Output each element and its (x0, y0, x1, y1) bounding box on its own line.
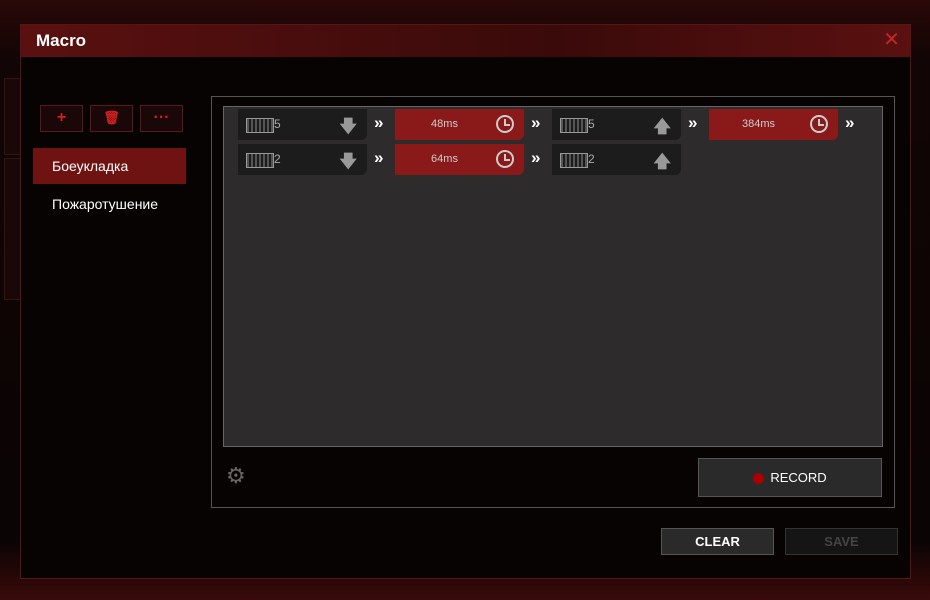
chevron-right-icon: » (374, 148, 384, 167)
record-button[interactable]: RECORD (698, 458, 882, 497)
chevron-right-icon: » (531, 148, 541, 167)
arrow-down-icon: 🡇 (339, 152, 357, 171)
delay-event[interactable]: 384ms (709, 109, 838, 140)
keyboard-icon (560, 118, 588, 133)
delay-value: 384ms (741, 118, 776, 130)
macro-sequence[interactable]: 5 🡇» 48ms» 5 🡅» 384ms» 2 🡇» 64ms» 2 🡅 (223, 106, 883, 447)
keyboard-icon (246, 118, 274, 133)
arrow-up-icon: 🡅 (653, 117, 671, 136)
clock-icon (810, 115, 828, 133)
delay-value: 48ms (431, 118, 458, 130)
clear-button[interactable]: CLEAR (661, 528, 774, 555)
key-event-down[interactable]: 5 🡇 (238, 109, 367, 140)
delay-event[interactable]: 64ms (395, 144, 524, 175)
key-value: 5 (588, 117, 595, 131)
delay-event[interactable]: 48ms (395, 109, 524, 140)
dialog-title: Macro (36, 31, 87, 50)
chevron-right-icon: » (688, 113, 698, 132)
keyboard-icon (560, 153, 588, 168)
record-label: RECORD (770, 470, 827, 485)
close-icon[interactable]: ✕ (883, 27, 900, 52)
macro-item[interactable]: Пожаротушение (33, 186, 186, 222)
delay-value: 64ms (431, 153, 458, 165)
key-value: 2 (588, 152, 595, 166)
key-event-up[interactable]: 2 🡅 (552, 144, 681, 175)
delete-macro-button[interactable]: 🗑 (90, 105, 133, 132)
chevron-right-icon: » (531, 113, 541, 132)
chevron-right-icon: » (845, 113, 855, 132)
add-macro-button[interactable]: + (40, 105, 83, 132)
clock-icon (496, 115, 514, 133)
clock-icon (496, 150, 514, 168)
record-dot-icon (753, 473, 765, 485)
key-value: 2 (274, 152, 281, 166)
arrow-down-icon: 🡇 (339, 117, 357, 136)
save-button[interactable]: SAVE (785, 528, 898, 555)
chevron-right-icon: » (374, 113, 384, 132)
key-event-down[interactable]: 2 🡇 (238, 144, 367, 175)
key-value: 5 (274, 117, 281, 131)
arrow-up-icon: 🡅 (653, 152, 671, 171)
settings-gear-icon[interactable]: ⚙ (226, 463, 246, 489)
keyboard-icon (246, 153, 274, 168)
macro-item[interactable]: Боеукладка (33, 148, 186, 184)
more-button[interactable]: ··· (140, 105, 183, 132)
macro-editor-panel: 5 🡇» 48ms» 5 🡅» 384ms» 2 🡇» 64ms» 2 🡅 ⚙ RECORD (211, 96, 895, 508)
key-event-up[interactable]: 5 🡅 (552, 109, 681, 140)
title-bar: Macro ✕ (21, 25, 910, 57)
trash-icon: 🗑 (103, 110, 120, 125)
macro-dialog: Macro ✕ + 🗑 ··· Боеукладка Пожаротушение… (20, 24, 911, 579)
